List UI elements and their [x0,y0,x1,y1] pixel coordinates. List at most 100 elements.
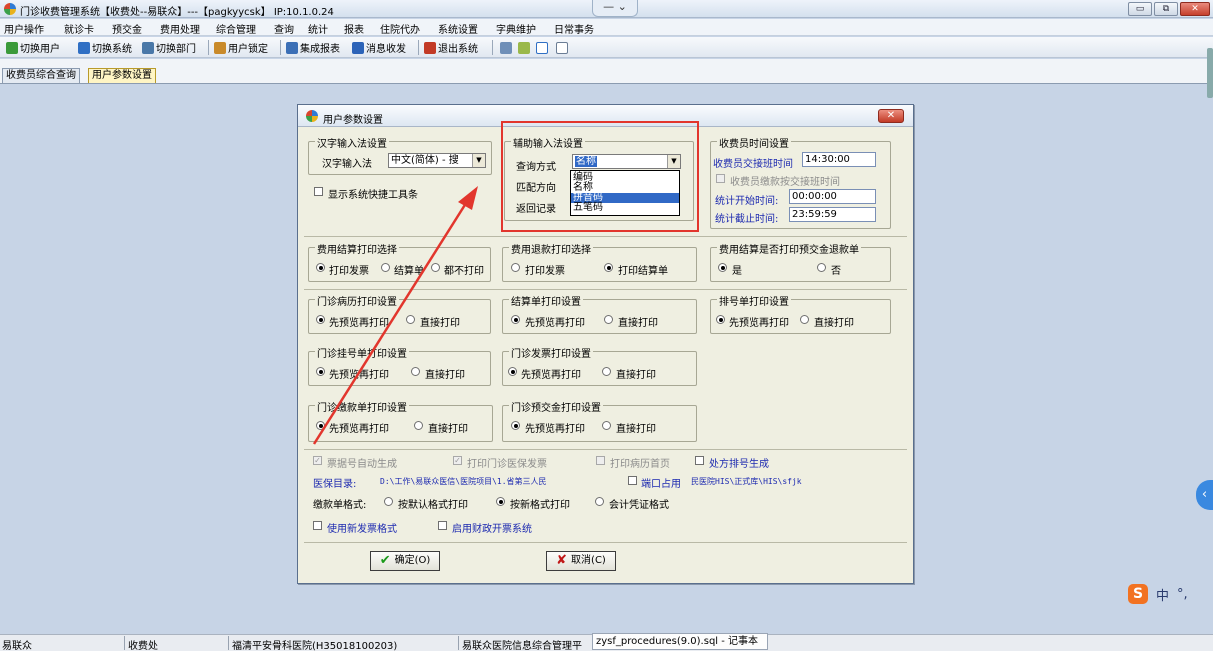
chevron-down-icon: ▼ [472,154,485,167]
payment-format-new-label: 按新格式打印 [510,500,570,511]
switch-user-button[interactable]: 切换用户 [6,40,60,55]
payment-format-accounting-label: 会计凭证格式 [609,500,669,511]
menu-fee[interactable]: 费用处理 [160,21,200,36]
prepay-print-direct-radio[interactable] [602,421,611,430]
menu-settings[interactable]: 系统设置 [438,21,478,36]
prepay-print-direct-label: 直接打印 [616,424,656,435]
window-icon [556,41,568,54]
pay-by-handover-label: 收费员缴款按交接班时间 [730,177,840,188]
insurance-dir-label: 医保目录: [313,479,357,490]
message-button[interactable]: 消息收发 [352,40,406,55]
toolbar-separator [208,40,209,55]
bill-print-direct-label: 直接打印 [618,318,658,329]
side-collapse-tab[interactable]: ‹ [1196,480,1213,510]
deposit-refund-yes-label: 是 [732,266,742,277]
toolbar-separator [492,40,493,55]
dialog-close-button[interactable]: ✕ [878,109,904,123]
prescription-queue-checkbox[interactable] [695,456,704,465]
close-window-button[interactable]: ✕ [1180,2,1210,16]
prepay-print-preview-radio[interactable] [511,421,520,430]
refund-print-invoice-label: 打印发票 [525,266,565,277]
tab-cashier-query[interactable]: 收费员综合查询 [2,68,80,83]
message-icon [352,41,364,54]
ok-button[interactable]: ✔ 确定(O) [370,551,440,571]
switch-department-button[interactable]: 切换部门 [142,40,196,55]
time-group-title: 收费员时间设置 [717,135,791,150]
annotation-highlight-box [501,121,699,232]
handover-time-input[interactable]: 14:30:00 [802,152,876,167]
queue-print-title: 排号单打印设置 [717,293,791,308]
new-invoice-checkbox[interactable] [313,521,322,530]
menu-user-ops[interactable]: 用户操作 [4,21,44,36]
refund-print-invoice-radio[interactable] [511,263,520,272]
menu-stats[interactable]: 统计 [308,21,328,36]
cancel-button[interactable]: ✘ 取消(C) [546,551,616,571]
ime-indicator[interactable]: S 中 °, [1128,583,1188,605]
menu-card[interactable]: 就诊卡 [64,21,94,36]
pay-by-handover-checkbox[interactable] [716,174,725,183]
ime-punct[interactable]: °, [1177,587,1188,602]
report-icon [286,41,298,54]
help-button[interactable] [500,40,512,55]
annotation-arrow-line [312,199,470,445]
payment-format-default-label: 按默认格式打印 [398,500,468,511]
menu-manage[interactable]: 综合管理 [216,21,256,36]
payment-format-new-radio[interactable] [496,497,505,506]
tab-user-params[interactable]: 用户参数设置 [88,68,156,83]
menu-inpatient[interactable]: 住院代办 [380,21,420,36]
bill-print-direct-radio[interactable] [604,315,613,324]
dialog-title: 用户参数设置 [323,115,383,126]
end-time-input[interactable]: 23:59:59 [789,207,876,222]
finance-invoice-checkbox[interactable] [438,521,447,530]
report-button[interactable]: 集成报表 [286,40,340,55]
tab-controls[interactable]: — ⌄ [592,0,638,17]
start-time-input[interactable]: 00:00:00 [789,189,876,204]
deposit-refund-yes-radio[interactable] [718,263,727,272]
scrollbar-grip[interactable] [1207,48,1213,98]
refund-print-bill-radio[interactable] [604,263,613,272]
switch-department-icon [142,41,154,54]
port-path-value: 民医院HIS\正式库\HIS\sfjk [691,477,802,486]
ime-label: 汉字输入法 [322,159,372,170]
window-button[interactable] [556,40,568,55]
invoice-print-preview-radio[interactable] [508,367,517,376]
user-lock-button[interactable]: 用户锁定 [214,40,268,55]
switch-system-icon [78,41,90,54]
menu-report[interactable]: 报表 [344,21,364,36]
queue-print-preview-radio[interactable] [716,315,725,324]
bill-print-preview-label: 先预览再打印 [525,318,585,329]
print-first-page-checkbox[interactable] [596,456,605,465]
switch-system-button[interactable]: 切换系统 [78,40,132,55]
payment-format-default-radio[interactable] [384,497,393,506]
deposit-refund-no-radio[interactable] [817,263,826,272]
queue-print-preview-label: 先预览再打印 [729,318,789,329]
tab-strip: 收费员综合查询 用户参数设置 [0,59,1213,84]
plugin-button[interactable] [518,40,530,55]
status-hospital: 福清平安骨科医院(H35018100203) [232,641,398,651]
auto-receipt-checkbox[interactable]: ✓ [313,456,322,465]
print-insurance-checkbox[interactable]: ✓ [453,456,462,465]
restore-button[interactable]: ⧉ [1154,2,1178,16]
invoice-print-direct-radio[interactable] [602,367,611,376]
menu-daily[interactable]: 日常事务 [554,21,594,36]
bill-print-title: 结算单打印设置 [509,293,583,308]
queue-print-direct-radio[interactable] [800,315,809,324]
payment-format-accounting-radio[interactable] [595,497,604,506]
ime-select[interactable]: 中文(简体) - 搜 ▼ [388,153,486,168]
ime-mode[interactable]: 中 [1156,585,1169,604]
port-use-checkbox[interactable] [628,476,637,485]
menu-query[interactable]: 查询 [274,21,294,36]
deposit-refund-title: 费用结算是否打印预交金退款单 [717,241,861,256]
end-time-label: 统计截止时间: [715,214,779,225]
menu-prepay[interactable]: 预交金 [112,21,142,36]
prepay-print-title: 门诊预交金打印设置 [509,399,603,414]
ime-group-title: 汉字输入法设置 [315,135,389,150]
bill-print-preview-radio[interactable] [511,315,520,324]
invoice-print-direct-label: 直接打印 [616,370,656,381]
notepad-taskbar-item[interactable]: zysf_procedures(9.0).sql - 记事本 [592,633,768,650]
exit-button[interactable]: 退出系统 [424,40,478,55]
minimize-button[interactable]: ▭ [1128,2,1152,16]
toolbar-separator [280,40,281,55]
menu-dictionary[interactable]: 字典维护 [496,21,536,36]
layout-button[interactable] [536,40,548,55]
